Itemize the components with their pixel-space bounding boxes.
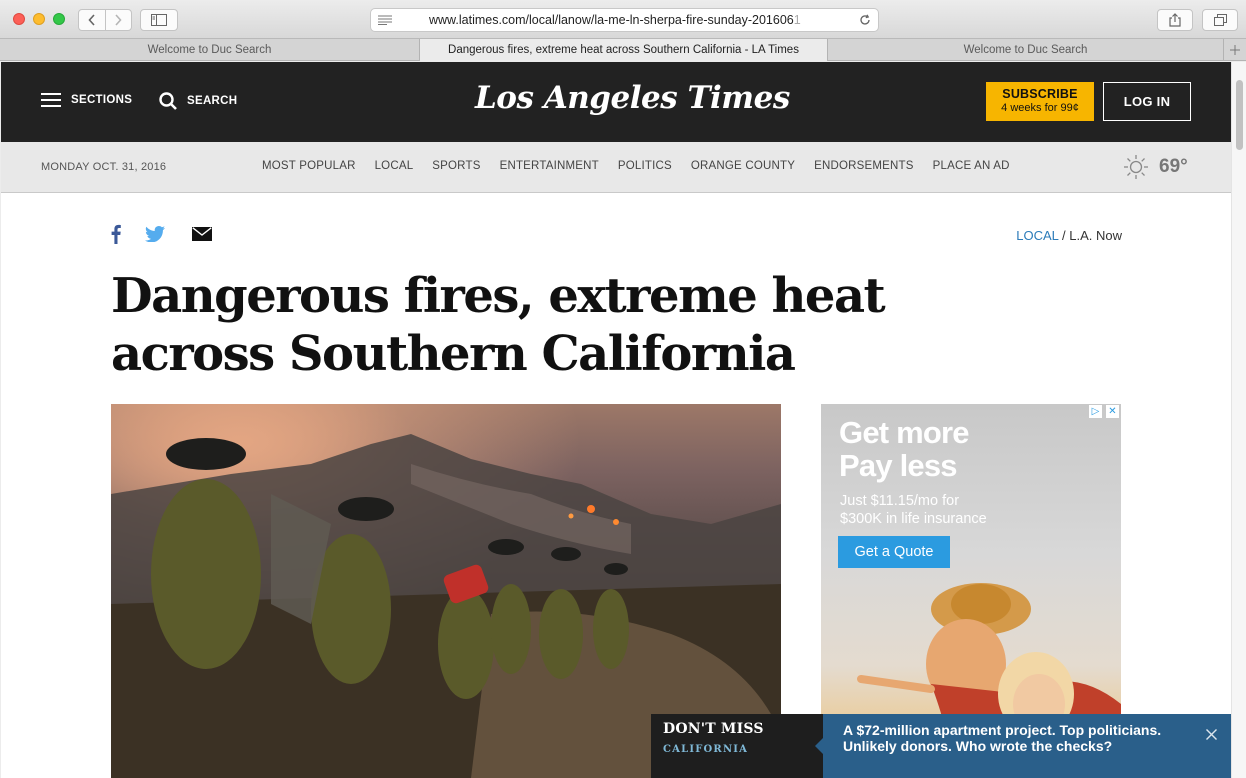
back-button[interactable] <box>79 10 105 30</box>
tab-duc-search-2[interactable]: Welcome to Duc Search <box>828 39 1224 61</box>
page-scrollbar[interactable] <box>1231 62 1246 778</box>
search-label: SEARCH <box>187 95 238 107</box>
facebook-share-button[interactable] <box>111 224 121 244</box>
ad-subtext-line2: $300K in life insurance <box>840 511 987 527</box>
nav-link-sports[interactable]: SPORTS <box>432 160 480 172</box>
get-a-quote-button[interactable]: Get a Quote <box>838 536 950 568</box>
history-buttons <box>78 9 132 31</box>
url-overflow: 1 <box>793 13 801 27</box>
nav-link-place-an-ad[interactable]: PLACE AN AD <box>933 160 1010 172</box>
sections-menu-button[interactable]: SECTIONS <box>41 92 132 108</box>
ad-headline-line1: Get more <box>839 415 970 450</box>
chevron-right-icon <box>115 14 122 26</box>
minimize-window-button[interactable] <box>33 13 45 25</box>
current-date: MONDAY OCT. 31, 2016 <box>41 161 167 173</box>
address-bar[interactable]: www.latimes.com/local/lanow/la-me-ln-she… <box>370 8 879 32</box>
breadcrumb: LOCAL / L.A. Now <box>1016 228 1122 243</box>
zoom-window-button[interactable] <box>53 13 65 25</box>
reload-icon[interactable] <box>852 14 878 26</box>
url-main: www.latimes.com/local/lanow/la-me-ln-she… <box>429 13 794 27</box>
new-tab-button[interactable] <box>1224 39 1246 60</box>
ad-choices: ▷ ✕ <box>1089 405 1119 418</box>
breadcrumb-separator: / <box>1058 228 1070 243</box>
dont-miss-category[interactable]: CALIFORNIA <box>663 744 823 755</box>
tab-bar: Welcome to Duc Search Dangerous fires, e… <box>0 39 1246 61</box>
web-page: SECTIONS SEARCH Los Angeles Times SUBSCR… <box>1 62 1231 778</box>
facebook-icon <box>111 224 121 244</box>
url-text: www.latimes.com/local/lanow/la-me-ln-she… <box>399 13 852 27</box>
chevron-left-icon <box>88 14 95 26</box>
share-button[interactable] <box>1157 9 1193 31</box>
scrollbar-thumb[interactable] <box>1236 80 1243 150</box>
weather-widget[interactable]: 69° <box>1123 154 1188 180</box>
nav-link-orange-county[interactable]: ORANGE COUNTY <box>691 160 795 172</box>
ad-subtext: Just $11.15/mo for $300K in life insuran… <box>840 492 987 528</box>
nav-link-endorsements[interactable]: ENDORSEMENTS <box>814 160 914 172</box>
subscribe-button[interactable]: SUBSCRIBE 4 weeks for 99¢ <box>986 82 1094 121</box>
share-tools <box>111 224 236 244</box>
login-button[interactable]: LOG IN <box>1103 82 1191 121</box>
ad-headline: Get more Pay less <box>839 415 970 483</box>
subscribe-title: SUBSCRIBE <box>1002 87 1078 101</box>
temperature: 69° <box>1159 156 1188 177</box>
browser-toolbar: www.latimes.com/local/lanow/la-me-ln-she… <box>0 0 1246 39</box>
reader-view-icon[interactable] <box>371 15 399 25</box>
envelope-icon <box>192 227 212 241</box>
section-nav: MONDAY OCT. 31, 2016 MOST POPULAR LOCAL … <box>1 142 1231 193</box>
breadcrumb-section-link[interactable]: LOCAL <box>1016 228 1058 243</box>
dont-miss-story: A $72-million apartment project. Top pol… <box>843 722 1162 754</box>
search-icon <box>159 92 177 110</box>
dont-miss-label: DON'T MISS CALIFORNIA <box>651 714 823 778</box>
sidebar-toggle-button[interactable] <box>140 9 178 31</box>
tabs-overview-icon <box>1213 14 1227 26</box>
article-headline: Dangerous fires, extreme heat across Sou… <box>111 268 886 382</box>
show-tabs-button[interactable] <box>1202 9 1238 31</box>
dont-miss-close-button[interactable] <box>1203 726 1219 742</box>
hamburger-icon <box>41 92 61 108</box>
tab-latimes-article[interactable]: Dangerous fires, extreme heat across Sou… <box>420 39 828 61</box>
ad-subtext-line1: Just $11.15/mo for <box>840 493 960 509</box>
dont-miss-bar: DON'T MISS CALIFORNIA A $72-million apar… <box>651 714 1231 778</box>
close-icon <box>1205 728 1217 740</box>
search-button[interactable]: SEARCH <box>159 92 237 110</box>
browser-window: www.latimes.com/local/lanow/la-me-ln-she… <box>0 0 1246 778</box>
forward-button[interactable] <box>104 10 132 30</box>
twitter-share-button[interactable] <box>145 226 165 242</box>
ad-headline-line2: Pay less <box>839 448 958 483</box>
arrow-left-icon <box>815 738 823 754</box>
nav-link-most-popular[interactable]: MOST POPULAR <box>262 160 356 172</box>
plus-icon <box>1230 44 1240 55</box>
sun-icon <box>1124 155 1148 179</box>
share-icon <box>1169 13 1181 27</box>
ad-info-icon[interactable]: ▷ <box>1089 405 1102 418</box>
dont-miss-story-link[interactable]: A $72-million apartment project. Top pol… <box>815 714 1231 778</box>
sections-label: SECTIONS <box>71 94 133 106</box>
nav-link-local[interactable]: LOCAL <box>375 160 414 172</box>
masthead: SECTIONS SEARCH Los Angeles Times SUBSCR… <box>1 62 1231 142</box>
dont-miss-title: DON'T MISS <box>663 721 764 737</box>
nav-link-entertainment[interactable]: ENTERTAINMENT <box>500 160 599 172</box>
nav-link-politics[interactable]: POLITICS <box>618 160 672 172</box>
section-links: MOST POPULAR LOCAL SPORTS ENTERTAINMENT … <box>262 160 1029 172</box>
email-share-button[interactable] <box>192 227 212 241</box>
twitter-icon <box>145 226 165 242</box>
tab-duc-search-1[interactable]: Welcome to Duc Search <box>0 39 420 61</box>
close-window-button[interactable] <box>13 13 25 25</box>
la-times-logo[interactable]: Los Angeles Times <box>475 80 790 116</box>
subscribe-offer: 4 weeks for 99¢ <box>1001 102 1079 114</box>
sidebar-icon <box>151 14 167 26</box>
ad-close-icon[interactable]: ✕ <box>1106 405 1119 418</box>
breadcrumb-subsection-link[interactable]: L.A. Now <box>1069 228 1122 243</box>
